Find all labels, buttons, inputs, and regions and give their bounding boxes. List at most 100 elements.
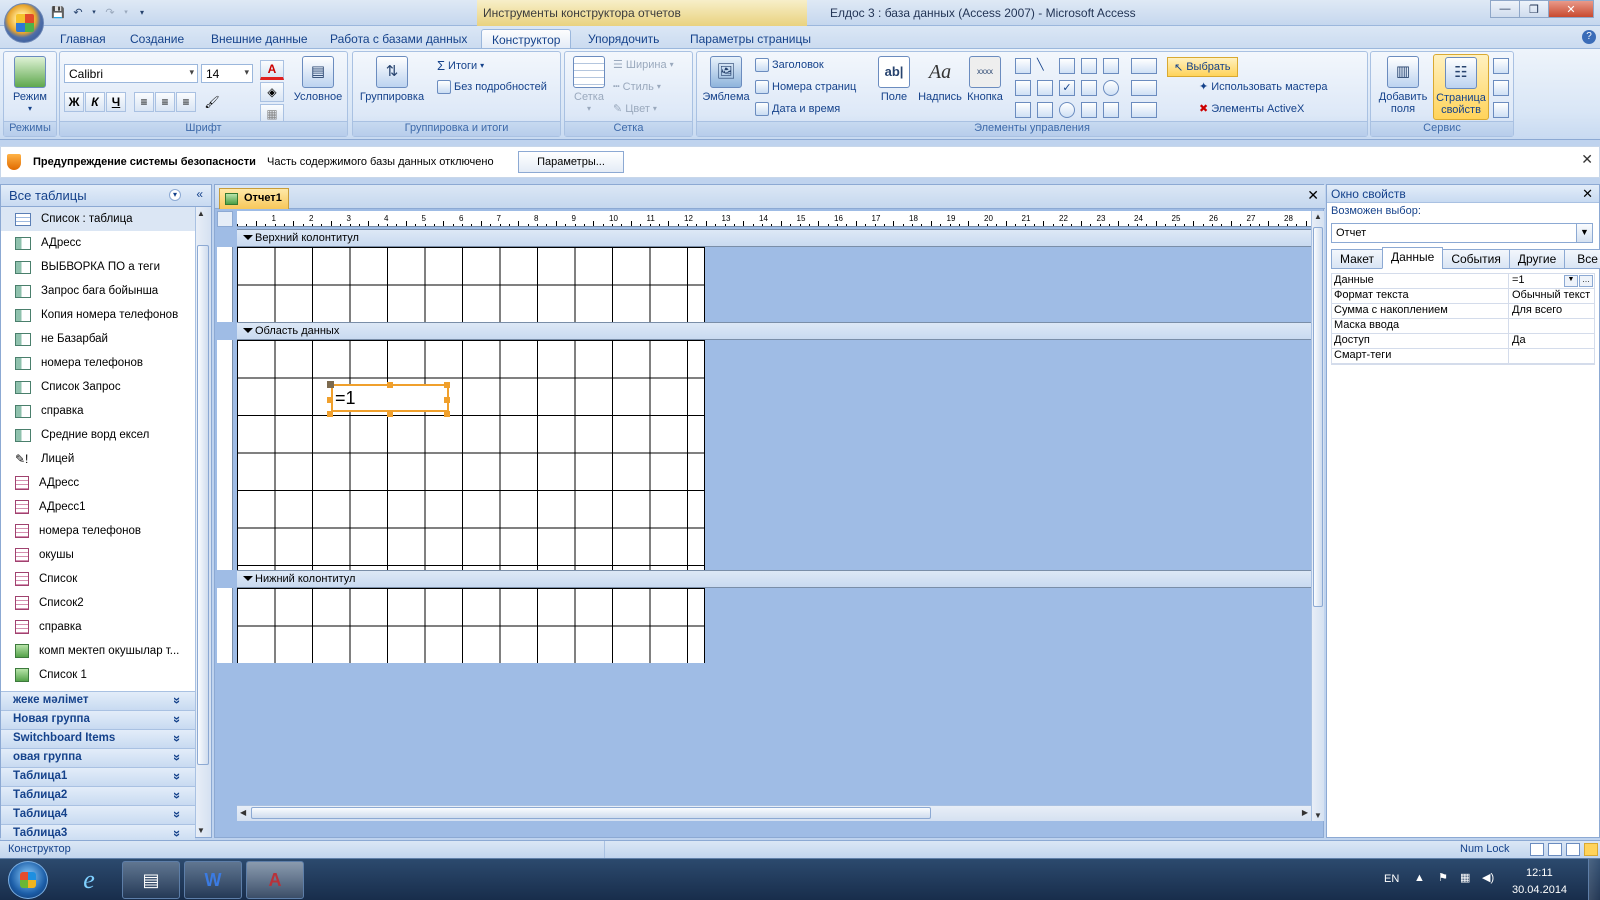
page-break-icon[interactable] <box>1081 102 1097 118</box>
tab-create[interactable]: Создание <box>120 29 194 48</box>
vertical-scroll-thumb[interactable] <box>1313 227 1323 607</box>
scroll-up-icon[interactable]: ▲ <box>197 209 205 218</box>
vertical-scrollbar[interactable]: ▲ ▼ <box>1311 211 1324 821</box>
help-icon[interactable]: ? <box>1582 30 1596 44</box>
font-size-select[interactable]: 14 <box>201 64 253 83</box>
line-thickness-icon[interactable] <box>1131 58 1157 74</box>
print-preview-icon[interactable] <box>1548 843 1562 856</box>
network-icon[interactable]: ▦ <box>1460 871 1470 884</box>
font-color-button[interactable]: A <box>260 60 284 80</box>
nav-group-header[interactable]: Таблица2 <box>1 786 195 805</box>
nav-group-header[interactable]: Таблица1 <box>1 767 195 786</box>
internet-explorer-icon[interactable]: e <box>60 861 118 899</box>
list-item[interactable]: окушы <box>1 543 195 567</box>
tab-format[interactable]: Макет <box>1331 249 1383 269</box>
layout-view-icon[interactable] <box>1566 843 1580 856</box>
tab-all[interactable]: Все <box>1564 249 1600 269</box>
view-mode-button[interactable]: Режим ▾ <box>10 56 50 115</box>
logo-button[interactable]: 🖼 Эмблема <box>701 56 751 103</box>
subreport-icon[interactable] <box>1103 58 1119 74</box>
property-value[interactable]: Да <box>1509 334 1594 348</box>
shutter-bar-close-icon[interactable]: « <box>196 187 203 201</box>
format-painter-icon[interactable]: 🖌 <box>202 92 222 112</box>
tab-home[interactable]: Главная <box>50 29 116 48</box>
list-item[interactable]: АДресс1 <box>1 495 195 519</box>
list-item[interactable]: Список 1 <box>1 663 195 687</box>
footer-section-grid[interactable] <box>237 588 705 663</box>
section-detail-bar[interactable]: Область данных <box>237 322 1311 340</box>
property-row[interactable]: Сумма с накоплением Для всего <box>1332 304 1594 319</box>
resize-handle[interactable] <box>444 382 450 388</box>
nav-group-header[interactable]: Таблица4 <box>1 805 195 824</box>
tab-external-data[interactable]: Внешние данные <box>201 29 318 48</box>
property-value[interactable] <box>1509 349 1594 363</box>
totals-button[interactable]: Σ Итоги ▾ <box>437 58 484 73</box>
tab-events[interactable]: События <box>1442 249 1510 269</box>
resize-handle[interactable] <box>444 397 450 403</box>
options-button[interactable]: Параметры... <box>518 151 624 173</box>
scroll-down-icon[interactable]: ▼ <box>197 826 205 835</box>
property-row[interactable]: Маска ввода <box>1332 319 1594 334</box>
show-desktop-button[interactable] <box>1588 859 1600 900</box>
show-hidden-icons[interactable]: ▲ <box>1414 872 1425 884</box>
list-item[interactable]: Список2 <box>1 591 195 615</box>
office-button[interactable] <box>4 3 44 43</box>
nav-scroll-thumb[interactable] <box>197 245 209 765</box>
list-item[interactable]: АДресс <box>1 231 195 255</box>
bold-button[interactable]: Ж <box>64 92 84 112</box>
nav-pane-header[interactable]: Все таблицы ▾ « <box>1 185 211 207</box>
bound-object-icon[interactable] <box>1037 102 1053 118</box>
textbox-control[interactable]: =1 <box>331 384 449 412</box>
nav-menu-dropdown-icon[interactable]: ▾ <box>169 189 181 201</box>
line-type-icon[interactable] <box>1131 80 1157 96</box>
nav-group-header[interactable]: овая группа <box>1 748 195 767</box>
list-item[interactable]: справка <box>1 615 195 639</box>
undo-dropdown-icon[interactable]: ▾ <box>90 4 98 20</box>
detail-section-grid[interactable]: =1 <box>237 340 705 570</box>
align-left-icon[interactable]: ≡ <box>134 92 154 112</box>
list-item[interactable]: Список : таблица <box>1 207 195 231</box>
language-indicator[interactable]: EN <box>1384 873 1399 885</box>
gridlines-big-button[interactable]: Сетка ▾ <box>569 56 609 115</box>
button-control[interactable]: xxxx Кнопка <box>965 56 1005 103</box>
width-button[interactable]: ☰ Ширина ▾ <box>613 58 674 72</box>
convert-macros-icon[interactable] <box>1493 102 1509 118</box>
property-row[interactable]: Данные =1 ▼… <box>1332 274 1594 289</box>
use-wizards-button[interactable]: ✦ Использовать мастера <box>1199 80 1328 94</box>
scroll-up-icon[interactable]: ▲ <box>1314 212 1322 221</box>
style-button[interactable]: ┅ Стиль ▾ <box>613 80 661 94</box>
build-icon[interactable]: … <box>1579 275 1593 287</box>
property-row[interactable]: Формат текста Обычный текст <box>1332 289 1594 304</box>
view-code-icon[interactable] <box>1493 80 1509 96</box>
tab-order-icon[interactable] <box>1493 58 1509 74</box>
tab-database-tools[interactable]: Работа с базами данных <box>320 29 477 48</box>
close-message-bar-icon[interactable]: ✕ <box>1581 151 1593 168</box>
image-control-icon[interactable] <box>1081 80 1097 96</box>
rectangle-control-icon[interactable] <box>1059 58 1075 74</box>
close-window-button[interactable]: ✕ <box>1548 0 1594 18</box>
scroll-left-icon[interactable]: ◀ <box>240 808 246 817</box>
nav-scrollbar[interactable]: ▲ ▼ <box>195 207 211 837</box>
list-item[interactable]: справка <box>1 399 195 423</box>
list-item[interactable]: номера телефонов <box>1 519 195 543</box>
horizontal-scroll-thumb[interactable] <box>251 807 931 819</box>
tab-report1[interactable]: Отчет1 <box>219 188 289 209</box>
line-control-icon[interactable]: ╲ <box>1037 58 1053 74</box>
tab-page-setup[interactable]: Параметры страницы <box>680 29 821 48</box>
report-selector[interactable] <box>217 211 233 227</box>
volume-icon[interactable]: ◀) <box>1482 871 1494 884</box>
property-value[interactable]: =1 ▼… <box>1509 274 1594 288</box>
list-item[interactable]: Копия номера телефонов <box>1 303 195 327</box>
horizontal-scrollbar[interactable]: ◀ ▶ <box>237 805 1311 821</box>
checkbox-icon[interactable]: ✓ <box>1059 80 1075 96</box>
property-row[interactable]: Доступ Да <box>1332 334 1594 349</box>
section-header-bar[interactable]: Верхний колонтитул <box>237 229 1311 247</box>
conditional-formatting-button[interactable]: ▤ Условное <box>290 56 346 103</box>
property-row[interactable]: Смарт-теги <box>1332 349 1594 364</box>
add-fields-button[interactable]: ▥ Добавить поля <box>1375 56 1431 115</box>
customize-qat-icon[interactable]: ▾ <box>134 4 150 20</box>
underline-button[interactable]: Ч <box>106 92 126 112</box>
start-button[interactable] <box>8 861 48 899</box>
property-value[interactable] <box>1509 319 1594 333</box>
close-document-icon[interactable]: ✕ <box>1307 187 1319 204</box>
